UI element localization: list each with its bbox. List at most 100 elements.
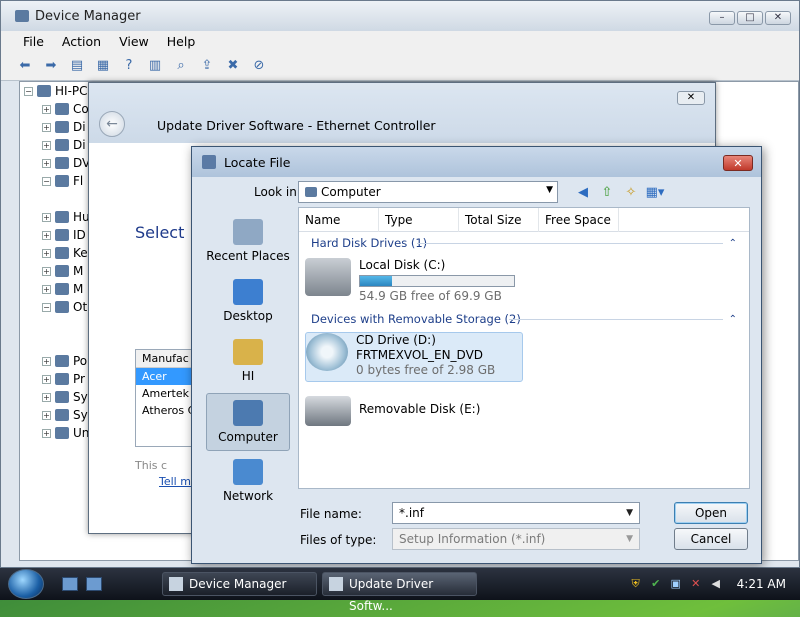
properties-icon[interactable]: ▦ [93, 57, 113, 75]
expand-icon[interactable]: + [42, 410, 51, 420]
uninstall-icon[interactable]: ✖ [223, 57, 243, 75]
place-user[interactable]: HI [206, 333, 290, 391]
close-button[interactable]: ✕ [677, 91, 705, 105]
tree-item[interactable]: + DV [42, 156, 90, 170]
tree-item[interactable]: + Sy [42, 390, 88, 404]
back-icon[interactable]: ⬅ [15, 57, 35, 75]
col-name[interactable]: Name [299, 208, 379, 232]
tree-item[interactable]: + Pr [42, 372, 85, 386]
views-menu-icon[interactable]: ▦▾ [646, 183, 665, 201]
chevron-down-icon[interactable]: ▼ [626, 503, 633, 523]
clock[interactable]: 4:21 AM [737, 577, 786, 591]
task-update-driver[interactable]: Update Driver Softw... [322, 572, 477, 613]
tree-item[interactable]: + Ke [42, 246, 88, 260]
col-free-space[interactable]: Free Space [539, 208, 619, 232]
local-disk-item[interactable]: Local Disk (C:) 54.9 GB free of 69.9 GB [305, 258, 515, 304]
tree-item[interactable]: + Un [42, 426, 89, 440]
file-name-input[interactable]: *.inf ▼ [392, 502, 640, 524]
list-item[interactable]: Amertek [136, 385, 194, 402]
list-item[interactable]: Atheros C [136, 402, 194, 419]
expand-icon[interactable]: + [42, 248, 51, 258]
minimize-button[interactable]: – [709, 11, 735, 25]
help-icon[interactable]: ? [119, 57, 139, 75]
show-desktop-icon[interactable] [62, 577, 78, 591]
security-center-icon[interactable]: ✔ [649, 577, 663, 591]
scan-hardware-icon[interactable]: ⌕ [171, 57, 191, 75]
open-button[interactable]: Open [674, 502, 748, 524]
chevron-up-icon[interactable]: ⌃ [729, 314, 737, 325]
task-device-manager[interactable]: Device Manager [162, 572, 317, 596]
tree-item[interactable]: + M [42, 264, 83, 278]
menu-file[interactable]: File [23, 34, 54, 49]
back-icon[interactable]: ◀ [574, 183, 592, 201]
up-folder-icon[interactable]: ⇧ [598, 183, 616, 201]
new-folder-icon[interactable]: ✧ [622, 183, 640, 201]
back-arrow-icon[interactable]: ← [99, 111, 125, 137]
tree-item[interactable]: + Co [42, 102, 89, 116]
menu-view[interactable]: View [119, 34, 159, 49]
close-button[interactable]: ✕ [723, 155, 753, 171]
chevron-up-icon[interactable]: ⌃ [729, 238, 737, 249]
manufacturer-list[interactable]: Manufac Acer Amertek Atheros C [135, 349, 195, 447]
expand-icon[interactable]: + [42, 374, 51, 384]
tree-root[interactable]: − HI-PC [24, 84, 88, 98]
tell-me-link[interactable]: Tell m [159, 475, 191, 488]
chevron-down-icon[interactable]: ▼ [626, 529, 633, 549]
tree-item[interactable]: + Po [42, 354, 87, 368]
place-network[interactable]: Network [206, 453, 290, 511]
expand-icon[interactable]: + [42, 158, 51, 168]
list-item[interactable]: Acer [136, 368, 194, 385]
expand-icon[interactable]: + [42, 104, 51, 114]
col-type[interactable]: Type [379, 208, 459, 232]
col-total-size[interactable]: Total Size [459, 208, 539, 232]
expand-icon[interactable]: + [42, 392, 51, 402]
switch-windows-icon[interactable] [86, 577, 102, 591]
volume-muted-icon[interactable]: ◀ [709, 577, 723, 591]
close-button[interactable]: ✕ [765, 11, 791, 25]
maximize-button[interactable]: □ [737, 11, 763, 25]
place-recent[interactable]: Recent Places [206, 213, 290, 271]
tree-item[interactable]: + Hu [42, 210, 90, 224]
removable-disk-item[interactable]: Removable Disk (E:) [305, 396, 480, 426]
group-header-removable[interactable]: Devices with Removable Storage (2) [311, 312, 521, 326]
chevron-down-icon[interactable]: ▼ [546, 185, 553, 195]
tree-item[interactable]: + M [42, 282, 83, 296]
place-desktop[interactable]: Desktop [206, 273, 290, 331]
view-icon[interactable]: ▥ [145, 57, 165, 75]
expand-icon[interactable]: + [42, 356, 51, 366]
expand-icon[interactable]: + [42, 140, 51, 150]
expand-icon[interactable]: + [42, 230, 51, 240]
expand-icon[interactable]: + [42, 122, 51, 132]
tree-item[interactable]: − Ot [42, 300, 87, 314]
place-computer[interactable]: Computer [206, 393, 290, 451]
user-folder-icon [233, 339, 263, 365]
collapse-icon[interactable]: − [42, 176, 51, 186]
forward-icon[interactable]: ➡ [41, 57, 61, 75]
group-header-hdd[interactable]: Hard Disk Drives (1) [311, 236, 427, 250]
collapse-icon[interactable]: − [42, 302, 51, 312]
expand-icon[interactable]: + [42, 266, 51, 276]
menu-help[interactable]: Help [167, 34, 206, 49]
look-in-dropdown[interactable]: Computer ▼ [298, 181, 558, 203]
update-driver-icon[interactable]: ⇪ [197, 57, 217, 75]
start-button[interactable] [8, 569, 44, 599]
file-type-select[interactable]: Setup Information (*.inf) ▼ [392, 528, 640, 550]
network-status-icon[interactable]: ▣ [669, 577, 683, 591]
expand-icon[interactable]: + [42, 284, 51, 294]
tree-item[interactable]: + ID [42, 228, 86, 242]
list-header[interactable]: Manufac [136, 350, 194, 368]
tree-item[interactable]: + Sy [42, 408, 88, 422]
tree-item[interactable]: + Di [42, 138, 86, 152]
collapse-icon[interactable]: − [24, 86, 33, 96]
properties-pane-icon[interactable]: ▤ [67, 57, 87, 75]
menu-action[interactable]: Action [62, 34, 111, 49]
disable-icon[interactable]: ⊘ [249, 57, 269, 75]
expand-icon[interactable]: + [42, 212, 51, 222]
tree-item[interactable]: + Di [42, 120, 86, 134]
tree-item[interactable]: − Fl [42, 174, 83, 188]
cancel-button[interactable]: Cancel [674, 528, 748, 550]
cd-drive-item[interactable]: CD Drive (D:) FRTMEXVOL_EN_DVD 0 bytes f… [305, 332, 523, 382]
network-disconnected-icon[interactable]: ✕ [689, 577, 703, 591]
expand-icon[interactable]: + [42, 428, 51, 438]
shield-icon[interactable]: ⛨ [629, 577, 643, 591]
